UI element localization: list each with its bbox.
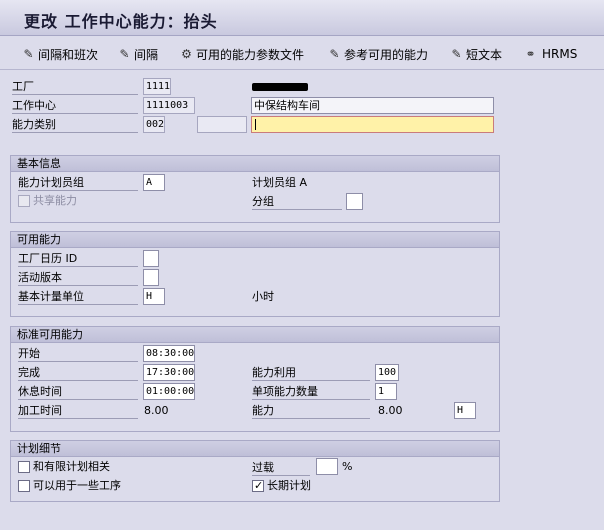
pencil-icon: ✎ xyxy=(119,47,130,61)
pencil-icon: ✎ xyxy=(23,47,34,61)
start-label: 开始 xyxy=(18,346,138,362)
intervals-label: 间隔 xyxy=(134,47,159,62)
intervals-and-shifts-label: 间隔和班次 xyxy=(38,47,99,62)
overload-field[interactable] xyxy=(316,458,338,475)
text-cursor xyxy=(255,119,256,130)
break-time-field[interactable]: 01:00:00 xyxy=(143,383,195,400)
hrms-label: HRMS xyxy=(542,47,578,61)
base-unit-field[interactable]: H xyxy=(143,288,165,305)
finish-label: 完成 xyxy=(18,365,138,381)
capacity-profile-button[interactable]: ⚙ 可用的能力参数文件 xyxy=(180,45,304,63)
break-time-label: 休息时间 xyxy=(18,384,138,400)
finite-planning-checkbox[interactable] xyxy=(18,461,30,473)
base-unit-text: 小时 xyxy=(252,290,274,303)
link-icon: ⚭ xyxy=(525,47,536,61)
multiple-operations-label: 可以用于一些工序 xyxy=(33,479,121,492)
title-bar: 更改 工作中心能力：抬头 xyxy=(0,0,604,36)
hrms-button[interactable]: ⚭ HRMS xyxy=(522,45,577,63)
operating-time-value: 8.00 xyxy=(144,404,169,417)
active-version-label: 活动版本 xyxy=(18,270,138,286)
standard-capacity-title: 标准可用能力 xyxy=(11,327,499,343)
capacity-value: 8.00 xyxy=(378,404,403,417)
application-toolbar: ✎ 间隔和班次 ✎ 间隔 ⚙ 可用的能力参数文件 ✎ 参考可用的能力 ✎ 短文本… xyxy=(0,36,604,70)
plant-label: 工厂 xyxy=(12,79,138,95)
base-unit-label: 基本计量单位 xyxy=(18,289,138,305)
grouping-field[interactable] xyxy=(346,193,363,210)
available-capacity-title: 可用能力 xyxy=(11,232,499,248)
capacity-profile-label: 可用的能力参数文件 xyxy=(196,47,305,62)
short-text-label: 短文本 xyxy=(466,47,503,62)
planning-details-title: 计划细节 xyxy=(11,441,499,457)
long-term-planning-checkbox[interactable]: ✓ xyxy=(252,479,264,492)
individual-capacities-label: 单项能力数量 xyxy=(252,384,370,400)
work-center-field: 1111003 xyxy=(143,97,195,114)
capacity-description-field[interactable] xyxy=(251,116,494,133)
redacted-plant-name xyxy=(252,83,308,91)
page-title: 更改 工作中心能力：抬头 xyxy=(24,12,218,31)
factory-calendar-field[interactable] xyxy=(143,250,159,267)
parameter-icon: ⚙ xyxy=(181,47,192,61)
grouping-label: 分组 xyxy=(252,194,342,210)
short-text-button[interactable]: ✎ 短文本 xyxy=(450,45,502,63)
finite-planning-label: 和有限计划相关 xyxy=(33,460,110,473)
capacity-category-label: 能力类别 xyxy=(12,117,138,133)
overload-percent-unit: % xyxy=(342,460,353,473)
capacity-category-field: 002 xyxy=(143,116,165,133)
intervals-button[interactable]: ✎ 间隔 xyxy=(118,45,158,63)
start-time-field[interactable]: 08:30:00 xyxy=(143,345,195,362)
finish-time-field[interactable]: 17:30:00 xyxy=(143,364,195,381)
basic-info-title: 基本信息 xyxy=(11,156,499,172)
work-center-label: 工作中心 xyxy=(12,98,138,114)
plant-field: 1111 xyxy=(143,78,171,95)
planner-group-field[interactable]: A xyxy=(143,174,165,191)
overload-label: 过载 xyxy=(252,460,310,476)
reference-capacity-button[interactable]: ✎ 参考可用的能力 xyxy=(328,45,428,63)
pencil-icon: ✎ xyxy=(329,47,340,61)
reference-capacity-label: 参考可用的能力 xyxy=(344,47,429,62)
utilization-label: 能力利用 xyxy=(252,365,370,381)
factory-calendar-label: 工厂日历 ID xyxy=(18,251,138,267)
capacity-unit-field[interactable]: H xyxy=(454,402,476,419)
intervals-and-shifts-button[interactable]: ✎ 间隔和班次 xyxy=(22,45,98,63)
operating-time-label: 加工时间 xyxy=(18,403,138,419)
active-version-field[interactable] xyxy=(143,269,159,286)
individual-capacities-field[interactable]: 1 xyxy=(375,383,397,400)
checkmark-icon: ✓ xyxy=(254,479,264,492)
shared-capacity-label: 共享能力 xyxy=(33,194,77,207)
planner-group-label: 能力计划员组 xyxy=(18,175,138,191)
capacity-label: 能力 xyxy=(252,403,370,419)
multiple-operations-checkbox[interactable] xyxy=(18,480,30,492)
long-term-planning-label: 长期计划 xyxy=(267,479,311,492)
capacity-category-text-field xyxy=(197,116,247,133)
utilization-field[interactable]: 100 xyxy=(375,364,399,381)
shared-capacity-checkbox xyxy=(18,195,30,207)
work-center-description-field[interactable]: 中保结构车间 xyxy=(251,97,494,114)
pencil-icon: ✎ xyxy=(451,47,462,61)
planner-group-text: 计划员组 A xyxy=(252,176,308,189)
